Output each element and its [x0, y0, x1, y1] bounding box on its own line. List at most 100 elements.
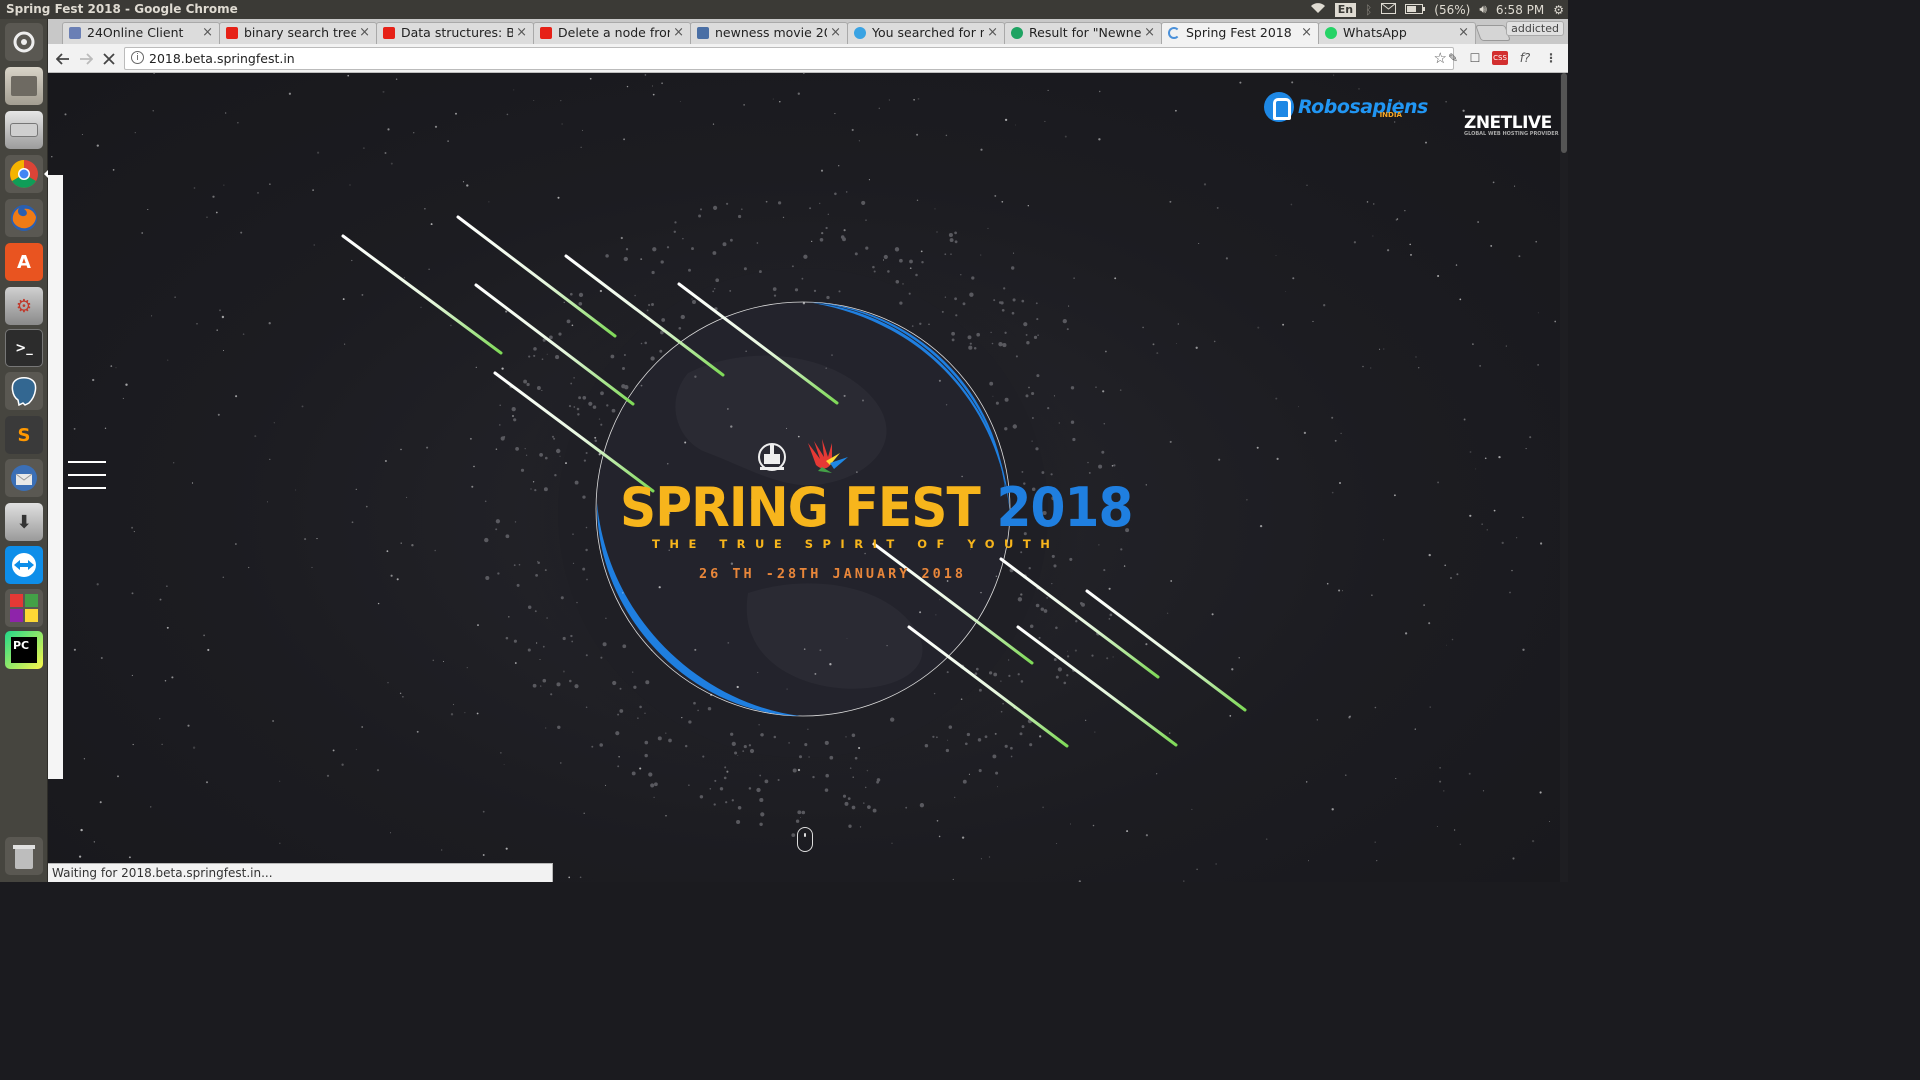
- forward-button[interactable]: [75, 48, 97, 70]
- star: [532, 481, 535, 483]
- star: [560, 99, 562, 102]
- battery-icon[interactable]: [1405, 3, 1426, 17]
- dust-particle: [585, 706, 588, 709]
- dust-particle: [576, 407, 580, 411]
- back-button[interactable]: [52, 48, 74, 70]
- clock[interactable]: 6:58 PM: [1496, 3, 1544, 17]
- tab-binary-search-tree[interactable]: binary search tree i ×: [219, 22, 377, 44]
- chrome-icon[interactable]: [5, 155, 43, 193]
- pgadmin-icon[interactable]: [5, 372, 43, 410]
- stop-loading-button[interactable]: [98, 48, 120, 70]
- info-icon[interactable]: i: [131, 51, 144, 64]
- keyboard-layout-indicator[interactable]: En: [1334, 2, 1357, 17]
- scrollbar-thumb[interactable]: [1561, 73, 1567, 153]
- close-icon[interactable]: ×: [1301, 25, 1312, 40]
- extension-formula-icon[interactable]: f?: [1516, 49, 1534, 67]
- extension-pen-icon[interactable]: ✎: [1444, 49, 1462, 67]
- dust-particle: [1015, 355, 1018, 358]
- dash-icon[interactable]: [5, 23, 43, 61]
- gear-icon[interactable]: ⚙: [1553, 3, 1564, 17]
- close-icon[interactable]: ×: [359, 25, 370, 40]
- dust-particle: [1003, 287, 1006, 290]
- close-icon[interactable]: ×: [202, 25, 213, 40]
- tab-label: 24Online Client: [87, 25, 184, 40]
- url-input[interactable]: [149, 51, 1409, 66]
- dust-particle: [622, 644, 627, 649]
- page-scrollbar[interactable]: [1560, 73, 1568, 882]
- star: [430, 223, 433, 226]
- close-icon[interactable]: ×: [516, 25, 527, 40]
- tab-spring-fest[interactable]: Spring Fest 2018 ×: [1161, 22, 1319, 44]
- close-icon[interactable]: ×: [987, 25, 998, 40]
- dust-particle: [583, 459, 587, 462]
- dust-particle: [719, 787, 724, 791]
- menu-hamburger-icon[interactable]: [68, 461, 106, 491]
- disk-icon[interactable]: [5, 111, 43, 149]
- dust-particle: [691, 247, 694, 251]
- mail-icon[interactable]: [1381, 2, 1397, 17]
- dust-particle: [969, 342, 972, 345]
- tab-data-structures[interactable]: Data structures: Bi ×: [376, 22, 534, 44]
- tab-newness-movie[interactable]: newness movie 201 ×: [690, 22, 848, 44]
- star: [1409, 253, 1413, 256]
- sponsor-robosapiens-logo[interactable]: Robosapiens INDIA: [1264, 91, 1428, 123]
- pycharm-icon[interactable]: PC: [5, 631, 43, 669]
- dust-particle: [844, 801, 849, 806]
- sponsor-znetlive-logo[interactable]: ZNETLIVE GLOBAL WEB HOSTING PROVIDER: [1464, 113, 1559, 137]
- terminal-icon[interactable]: >_: [5, 329, 43, 367]
- chrome-menu-icon[interactable]: ⋮: [1542, 49, 1560, 67]
- dust-particle: [977, 738, 982, 742]
- dust-particle: [646, 309, 649, 312]
- trash-icon[interactable]: [5, 837, 43, 875]
- tab-24online[interactable]: 24Online Client ×: [62, 22, 220, 44]
- firefox-icon[interactable]: [5, 199, 43, 237]
- tab-you-searched[interactable]: You searched for ne ×: [847, 22, 1005, 44]
- close-icon[interactable]: ×: [1458, 25, 1469, 40]
- dust-particle: [619, 709, 624, 713]
- extension-css-icon[interactable]: CSS: [1492, 51, 1508, 65]
- teamviewer-icon[interactable]: [5, 546, 43, 584]
- dust-particle: [570, 382, 573, 385]
- dust-particle: [574, 480, 579, 485]
- star: [1098, 90, 1101, 93]
- star: [317, 151, 320, 154]
- star: [159, 718, 161, 720]
- dust-particle: [847, 797, 851, 800]
- star: [1395, 777, 1397, 780]
- bluetooth-icon[interactable]: ᛒ: [1365, 3, 1372, 17]
- sublime-text-icon[interactable]: S: [5, 416, 43, 454]
- extension-box-icon[interactable]: ☐: [1466, 49, 1484, 67]
- software-center-icon[interactable]: A: [5, 243, 43, 281]
- close-icon[interactable]: ×: [673, 25, 684, 40]
- star: [455, 112, 457, 115]
- dust-particle: [495, 519, 501, 524]
- star: [131, 526, 134, 529]
- dust-particle: [819, 238, 824, 242]
- close-icon[interactable]: ×: [830, 25, 841, 40]
- tab-result-for[interactable]: Result for "Newnes ×: [1004, 22, 1162, 44]
- wifi-icon[interactable]: [1310, 2, 1326, 17]
- star: [400, 542, 402, 544]
- windows-app-icon[interactable]: [5, 589, 43, 627]
- volume-icon[interactable]: 🔊︎: [1479, 2, 1487, 17]
- dust-particle: [1046, 597, 1048, 599]
- close-icon[interactable]: ×: [1144, 25, 1155, 40]
- settings-icon[interactable]: ⚙: [5, 287, 43, 325]
- tab-whatsapp[interactable]: WhatsApp ×: [1318, 22, 1476, 44]
- dust-particle: [951, 338, 955, 342]
- thunderbird-icon[interactable]: [5, 459, 43, 497]
- star: [535, 642, 538, 644]
- profile-button[interactable]: addicted: [1506, 21, 1564, 36]
- star: [1092, 824, 1095, 827]
- tab-label: Data structures: Bi: [401, 25, 513, 40]
- installer-icon[interactable]: ⬇: [5, 503, 43, 541]
- battery-percent[interactable]: (56%): [1434, 3, 1470, 17]
- file-manager-icon[interactable]: [5, 67, 43, 105]
- star: [376, 769, 380, 772]
- star: [643, 315, 645, 318]
- scroll-mouse-icon[interactable]: [797, 827, 813, 852]
- star: [1074, 649, 1077, 652]
- dust-particle: [654, 782, 658, 787]
- address-bar[interactable]: i ☆: [124, 47, 1454, 70]
- tab-delete-node[interactable]: Delete a node from ×: [533, 22, 691, 44]
